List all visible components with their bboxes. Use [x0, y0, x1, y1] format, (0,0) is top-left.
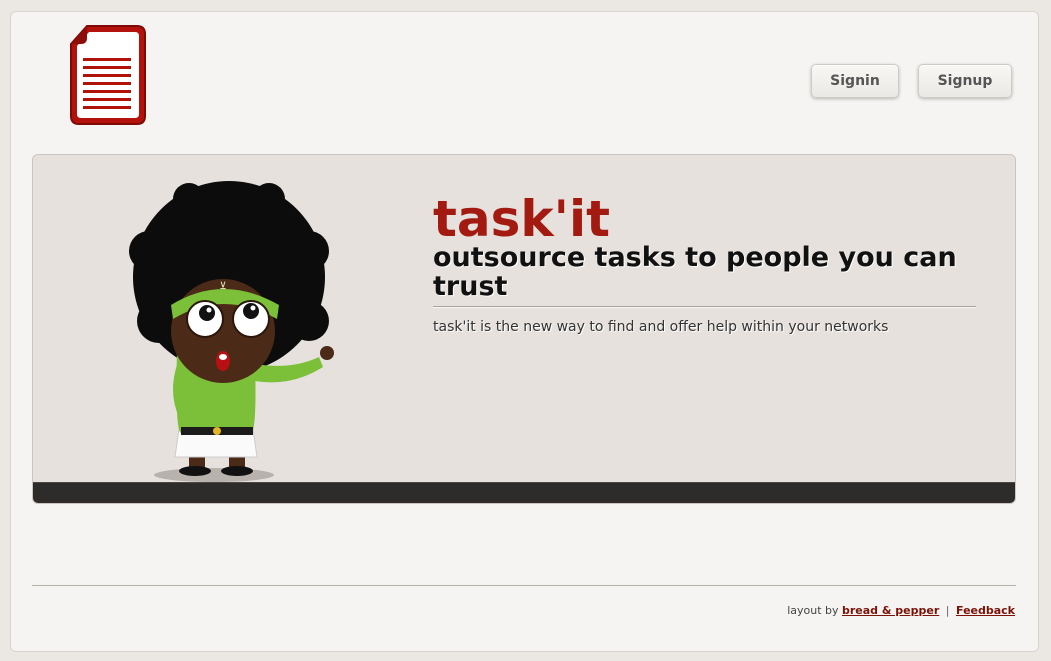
mascot-illustration: ⊻ [119, 181, 349, 485]
page-container: Signin Signup ⊻ task'it outsource tasks … [10, 11, 1039, 652]
signup-button[interactable]: Signup [918, 64, 1012, 98]
footer-divider [32, 585, 1016, 586]
hero-divider [433, 306, 976, 308]
document-icon[interactable] [69, 24, 147, 126]
hero-title: task'it [433, 190, 611, 248]
footer: layout by bread & pepper | Feedback [787, 604, 1015, 617]
bread-and-pepper-link[interactable]: bread & pepper [842, 604, 939, 617]
feedback-link[interactable]: Feedback [956, 604, 1015, 617]
footer-separator: | [945, 604, 950, 617]
svg-text:⊻: ⊻ [219, 281, 226, 292]
signin-button[interactable]: Signin [811, 64, 899, 98]
hero-banner: ⊻ task'it outsource tasks to people you … [32, 154, 1016, 504]
hero-description: task'it is the new way to find and offer… [433, 319, 889, 335]
hero-bottom-bar [33, 482, 1015, 503]
footer-layout-prefix: layout by [787, 604, 839, 617]
hero-tagline: outsource tasks to people you can trust [433, 242, 957, 302]
